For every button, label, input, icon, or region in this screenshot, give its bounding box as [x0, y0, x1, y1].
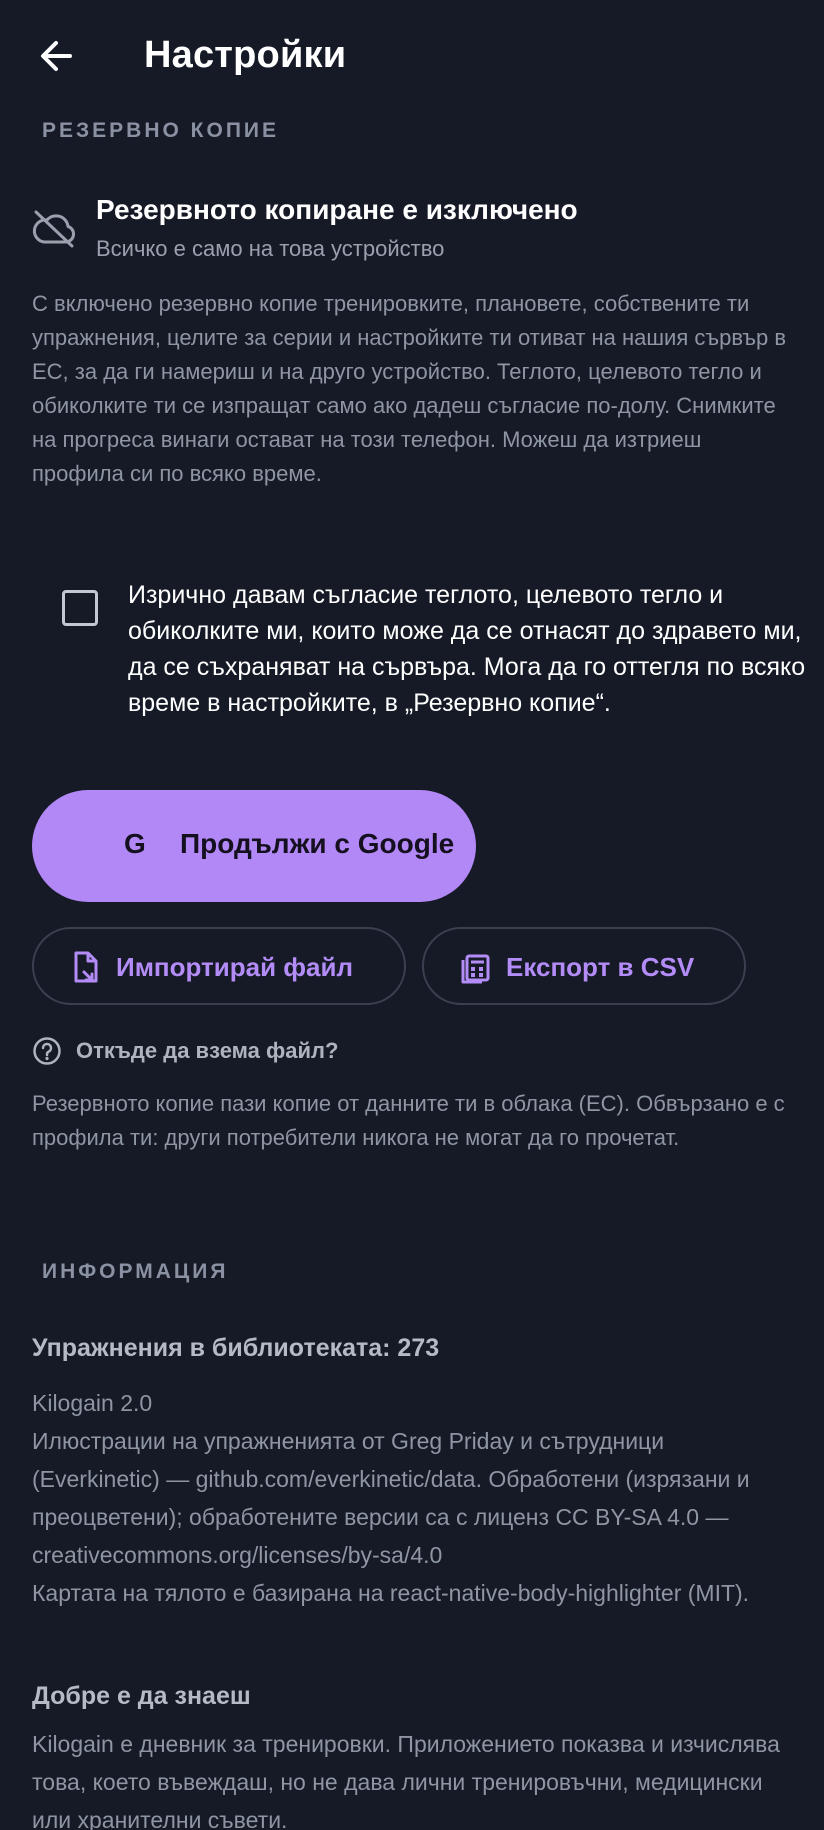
- consent-text[interactable]: Изрично давам съгласие теглото, целевото…: [128, 577, 808, 721]
- import-file-button[interactable]: Импортирай файл: [32, 927, 406, 1005]
- body-map-credit: Картата на тялото е базирана на react-na…: [32, 1580, 750, 1606]
- help-file-label: Откъде да взема файл?: [76, 1038, 339, 1063]
- backup-description: С включено резервно копие тренировките, …: [32, 291, 787, 486]
- import-file-label: Импортирай файл: [116, 952, 354, 982]
- file-import-icon: [74, 951, 98, 983]
- library-count: Упражнения в библиотеката: 273: [32, 1334, 440, 1362]
- section-title-info: ИНФОРМАЦИЯ: [42, 1260, 229, 1283]
- arrow-left-icon: [41, 41, 72, 71]
- section-title-backup: РЕЗЕРВНО КОПИЕ: [42, 119, 280, 142]
- continue-with-google-button[interactable]: G Продължи с Google: [32, 790, 476, 902]
- back-button[interactable]: [30, 30, 82, 82]
- google-button-label: Продължи с Google: [180, 828, 455, 859]
- settings-screen: Настройки РЕЗЕРВНО КОПИЕ Резервното копи…: [0, 0, 824, 1830]
- good-to-know-title: Добре е да знаеш: [32, 1682, 251, 1710]
- consent-checkbox[interactable]: [62, 590, 98, 626]
- cloud-off-icon: [32, 210, 75, 248]
- app-version: Kilogain 2.0: [32, 1390, 153, 1416]
- page-title: Настройки: [144, 34, 347, 76]
- export-csv-button[interactable]: Експорт в CSV: [422, 927, 746, 1005]
- good-to-know-text: Kilogain е дневник за тренировки. Прилож…: [32, 1731, 780, 1830]
- app-header: Настройки: [0, 0, 824, 112]
- backup-status-subtitle: Всичко е само на това устройство: [96, 236, 445, 261]
- google-icon: G: [124, 828, 146, 859]
- calculator-icon: [461, 954, 490, 984]
- backup-footnote: Резервното копие пази копие от данните т…: [32, 1091, 785, 1150]
- illustration-credits: Илюстрации на упражненията от Greg Prida…: [32, 1428, 750, 1568]
- help-circle-icon: [33, 1037, 61, 1065]
- export-csv-label: Експорт в CSV: [506, 952, 695, 982]
- backup-status-title: Резервното копиране е изключено: [96, 194, 578, 225]
